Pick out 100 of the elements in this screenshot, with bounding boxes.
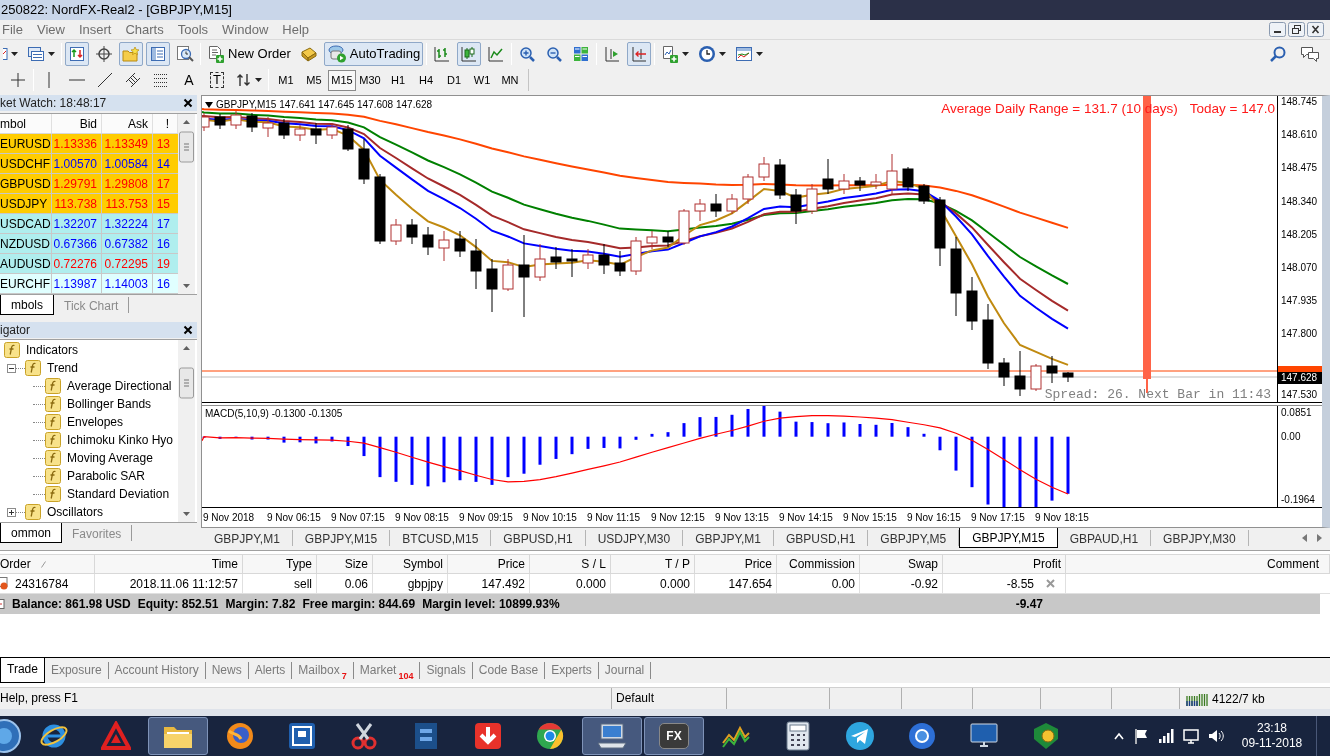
panel-tab[interactable]: ommon [0, 523, 62, 543]
quote-row[interactable]: USDJPY 113.738 113.753 15 [0, 194, 178, 214]
quote-row[interactable]: EURCHF 1.13987 1.14003 16 [0, 274, 178, 294]
tree-item[interactable]: Average Directional [67, 377, 172, 395]
column-header[interactable]: Price [695, 555, 777, 573]
taskbar-button[interactable]: FX [644, 717, 704, 755]
column-header[interactable]: Bid [52, 114, 102, 133]
tree-item[interactable]: Parabolic SAR [67, 467, 146, 485]
panel-tab[interactable]: mbols [0, 295, 54, 315]
column-header[interactable]: Type [243, 555, 317, 573]
tree-item[interactable]: Envelopes [67, 413, 124, 431]
speaker-icon[interactable] [1208, 728, 1224, 744]
column-header[interactable]: Price [448, 555, 530, 573]
expand-icon[interactable] [7, 507, 16, 517]
text-label-button[interactable]: T [205, 68, 229, 92]
flag-icon[interactable] [1133, 728, 1149, 744]
network-icon[interactable] [1158, 728, 1174, 744]
terminal-button[interactable] [146, 41, 170, 66]
menu-item[interactable]: Charts [125, 21, 164, 38]
tree-item[interactable]: Bollinger Bands [67, 395, 152, 413]
search-icon[interactable] [1270, 45, 1286, 62]
column-header[interactable]: Size [317, 555, 373, 573]
autotrading-button[interactable]: AutoTrading [323, 41, 424, 66]
terminal-tab[interactable]: Code Base [472, 662, 546, 679]
close-icon[interactable] [183, 98, 193, 108]
chevron-up-icon[interactable] [1114, 732, 1124, 740]
period-button[interactable]: D1 [440, 69, 468, 91]
quote-row[interactable]: AUDUSD 0.72276 0.72295 19 [0, 254, 178, 274]
display-icon[interactable] [1183, 728, 1199, 744]
scrollbar[interactable] [178, 340, 195, 522]
period-button[interactable]: MN [496, 69, 524, 91]
chart-tab[interactable]: GBPUSD,H1 [491, 530, 586, 546]
candlesticks-button[interactable] [457, 41, 482, 66]
collapse-icon[interactable] [7, 363, 16, 373]
text-button[interactable]: A [177, 68, 201, 92]
chart-tab[interactable]: GBPJPY,M30 [1151, 530, 1249, 546]
period-button[interactable]: H4 [412, 69, 440, 91]
chart-tab[interactable]: GBPJPY,M15 [292, 530, 391, 546]
clock-date[interactable]: 09-11-2018 [1241, 736, 1303, 751]
terminal-tab[interactable]: Journal [598, 662, 652, 679]
tree-item[interactable]: Moving Average [67, 449, 153, 467]
column-header[interactable]: Commission [777, 555, 860, 573]
period-button[interactable]: H1 [384, 69, 412, 91]
terminal-tab[interactable]: Exposure [44, 662, 109, 679]
close-icon[interactable] [183, 325, 193, 335]
menu-item[interactable]: File [2, 21, 23, 38]
menu-item[interactable]: Window [222, 21, 269, 38]
column-header[interactable]: Time [95, 555, 243, 573]
column-header[interactable]: Profit [943, 555, 1066, 573]
market-watch-button[interactable] [65, 41, 89, 66]
chart-tab[interactable]: GBPUSD,H1 [773, 530, 869, 546]
chart-tab[interactable]: GBPJPY,M1 [683, 530, 774, 546]
menu-item[interactable]: Tools [177, 21, 209, 38]
terminal-tab[interactable]: News [205, 662, 249, 679]
column-header[interactable]: Symbol [373, 555, 448, 573]
quote-row[interactable]: EURUSD 1.13336 1.13349 13 [0, 134, 178, 154]
tree-item[interactable]: Indicators [26, 341, 79, 359]
scroll-left-icon[interactable] [1302, 534, 1307, 542]
period-button[interactable]: W1 [468, 69, 496, 91]
tree-item[interactable]: Standard Deviation [67, 485, 170, 503]
chat-icon[interactable] [1300, 45, 1320, 62]
quote-row[interactable]: GBPUSD 1.29791 1.29808 17 [0, 174, 178, 194]
scroll-right-icon[interactable] [1317, 534, 1322, 542]
terminal-tab[interactable]: Alerts [248, 662, 293, 679]
clock-time[interactable]: 23:18 [1257, 721, 1287, 736]
quote-row[interactable]: USDCHF 1.00570 1.00584 14 [0, 154, 178, 174]
period-button[interactable]: M1 [272, 69, 300, 91]
period-button[interactable]: M30 [356, 69, 384, 91]
column-header[interactable]: T / P [611, 555, 695, 573]
period-button[interactable]: M5 [300, 69, 328, 91]
tree-item[interactable]: Oscillators [47, 503, 103, 521]
column-header[interactable]: Ask [102, 114, 153, 133]
quote-row[interactable]: NZDUSD 0.67366 0.67382 16 [0, 234, 178, 254]
chart-tab[interactable]: USDJPY,M30 [585, 530, 684, 546]
terminal-tab[interactable]: Account History [108, 662, 206, 679]
column-header[interactable]: Swap [860, 555, 943, 573]
chart-tab[interactable]: GBPJPY,M1 [202, 530, 293, 546]
tree-item[interactable]: Trend [47, 359, 78, 377]
period-button[interactable]: M15 [328, 69, 356, 91]
terminal-tab[interactable]: Experts [545, 662, 599, 679]
chart-tab[interactable]: GBPAUD,H1 [1057, 530, 1152, 546]
start-orb-icon[interactable] [0, 719, 22, 753]
column-header[interactable]: Order [0, 555, 95, 573]
auto-scroll-button[interactable] [627, 41, 652, 66]
quote-row[interactable]: USDCAD 1.32207 1.32224 17 [0, 214, 178, 234]
minimize-icon[interactable] [1269, 22, 1286, 37]
chart-tab[interactable]: GBPJPY,M15 [959, 528, 1058, 548]
new-order-button[interactable]: New Order [204, 41, 294, 66]
menu-item[interactable]: Insert [78, 21, 112, 38]
column-header[interactable]: mbol [0, 114, 52, 133]
column-header[interactable]: Comment [1066, 555, 1330, 573]
chart-tab[interactable]: BTCUSD,M15 [390, 530, 492, 546]
menu-item[interactable]: Help [282, 21, 310, 38]
close-icon[interactable] [1307, 22, 1324, 37]
menu-item[interactable]: View [36, 21, 65, 38]
column-header[interactable]: S / L [530, 555, 611, 573]
terminal-tab[interactable]: Trade [0, 658, 45, 683]
tree-item[interactable]: Ichimoku Kinko Hyo [67, 431, 174, 449]
restore-icon[interactable] [1288, 22, 1305, 37]
terminal-tab[interactable]: Signals [420, 662, 473, 679]
